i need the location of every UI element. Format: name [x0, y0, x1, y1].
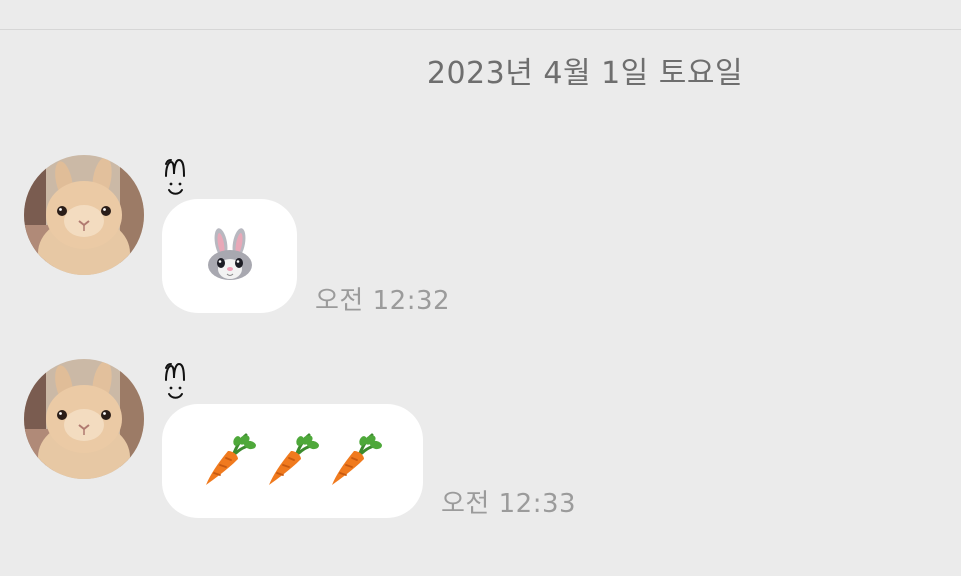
bunny-face-icon	[206, 227, 254, 285]
carrot-icon	[200, 431, 256, 491]
carrot-icon	[326, 431, 382, 491]
top-divider	[0, 29, 961, 30]
message-bubble[interactable]	[162, 199, 297, 313]
avatar[interactable]	[24, 359, 144, 479]
message-timestamp: 오전 12:32	[315, 286, 451, 316]
sender-name[interactable]	[162, 156, 192, 200]
message-bubble[interactable]	[162, 404, 423, 518]
carrot-icon	[263, 431, 319, 491]
sender-name[interactable]	[162, 360, 192, 404]
date-separator: 2023년 4월 1일 토요일	[426, 56, 744, 91]
avatar[interactable]	[24, 155, 144, 275]
message-timestamp: 오전 12:33	[441, 489, 577, 519]
